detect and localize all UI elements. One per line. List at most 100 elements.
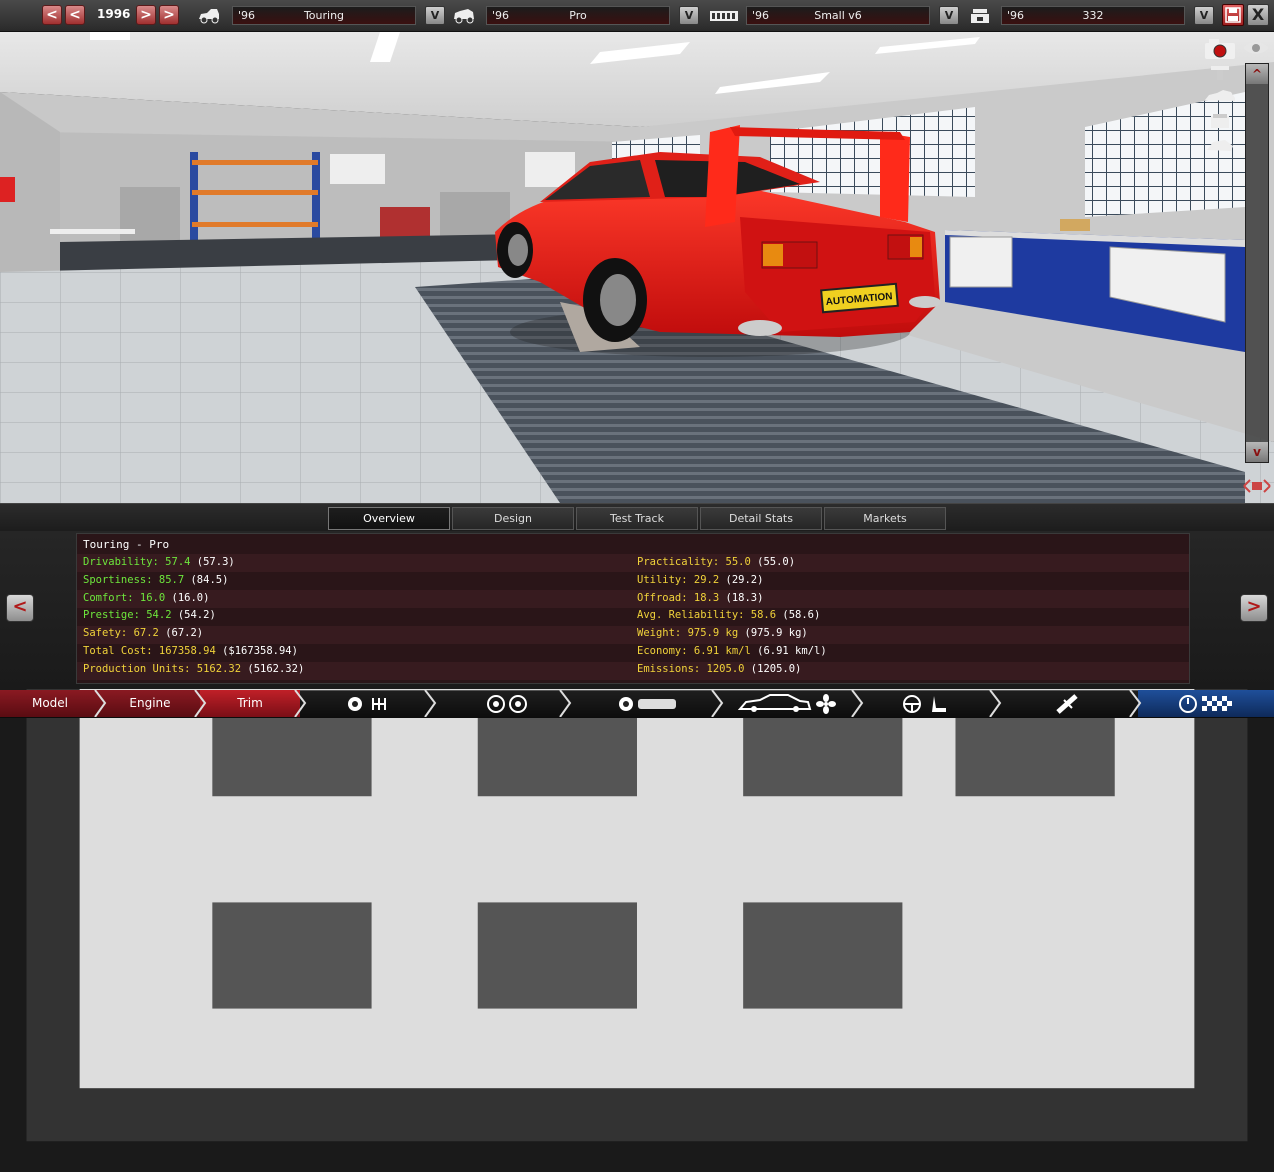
stat-value: 57.4 <box>158 556 191 568</box>
stat-base-value: (54.2) <box>171 609 216 622</box>
stat-row-left: Total Cost: 167358.94 ($167358.94) <box>83 645 298 657</box>
stat-label: Offroad: <box>637 591 688 604</box>
stat-base-value: (84.5) <box>184 573 229 586</box>
year-prev-button[interactable]: < <box>65 5 85 25</box>
stat-value: 67.2 <box>127 627 159 640</box>
stat-row-left: Safety: 67.2 (67.2) <box>83 627 203 639</box>
stat-label: Production Units: <box>83 662 191 675</box>
scroll-down-button[interactable]: v <box>1246 442 1268 462</box>
stat-row-right: Utility: 29.2 (29.2) <box>637 574 763 586</box>
stat-value: 975.9 kg <box>681 627 739 640</box>
view-top-icon[interactable] <box>1203 136 1237 154</box>
engine-family-name: Small v6 <box>814 9 862 22</box>
eye-icon[interactable] <box>1241 38 1271 58</box>
year-display: 1996 <box>97 7 131 21</box>
close-button[interactable]: X <box>1247 4 1269 26</box>
stat-row-right: Offroad: 18.3 (18.3) <box>637 592 763 604</box>
stat-base-value: (58.6) <box>776 609 821 622</box>
year-last-button[interactable]: > <box>159 5 179 25</box>
stat-base-value: (16.0) <box>165 591 210 604</box>
stat-value: 18.3 <box>687 591 720 604</box>
stat-value: 29.2 <box>687 573 720 586</box>
engine-family-dropdown-button[interactable]: V <box>939 6 959 25</box>
camera-scrollbar[interactable]: ^ v <box>1245 63 1269 463</box>
interior-icon[interactable] <box>900 694 952 714</box>
suspension-icon[interactable] <box>1050 694 1084 714</box>
expand-view-icon[interactable] <box>1242 476 1272 496</box>
stat-base-value: (29.2) <box>719 573 764 586</box>
stats-title: Touring - Pro <box>83 538 170 551</box>
stat-row-right: Economy: 6.91 km/l (6.91 km/l) <box>637 645 827 657</box>
stat-value: 5162.32 <box>190 662 242 675</box>
engine-variant-name: 332 <box>1082 9 1104 22</box>
stat-value: 85.7 <box>152 573 185 586</box>
stat-label: Comfort: <box>83 591 134 604</box>
stat-label: Prestige: <box>83 609 140 622</box>
stat-label: Drivability: <box>83 556 159 568</box>
stat-base-value: (55.0) <box>750 556 796 568</box>
stat-base-value: (5162.32) <box>241 662 305 675</box>
engine-variant-dropdown-button[interactable]: V <box>1194 6 1214 25</box>
view-front-icon[interactable] <box>1203 112 1237 130</box>
engine-family-selector[interactable]: '96 Small v6 <box>746 6 930 25</box>
body-design-icon[interactable] <box>738 694 838 714</box>
tab-design[interactable]: Design <box>452 507 574 530</box>
stat-row-left: Drivability: 57.4 (57.3) <box>83 556 235 568</box>
stat-row-left: Sportiness: 85.7 (84.5) <box>83 574 228 586</box>
view-side-icon[interactable] <box>1203 88 1237 106</box>
finish-flag-icon[interactable] <box>1178 694 1234 714</box>
model-dropdown-button[interactable]: V <box>425 6 445 25</box>
stat-row-left: Production Units: 5162.32 (5162.32) <box>83 663 304 675</box>
stat-row-right: Avg. Reliability: 58.6 (58.6) <box>637 609 820 621</box>
stat-value: 54.2 <box>139 609 172 622</box>
stat-label: Emissions: <box>637 662 701 675</box>
view-lift-icon[interactable] <box>1203 64 1237 82</box>
trim-selector[interactable]: '96 Pro <box>486 6 670 25</box>
stat-base-value: (6.91 km/l) <box>750 645 827 657</box>
stat-label: Weight: <box>637 627 682 640</box>
stat-value: 16.0 <box>133 591 166 604</box>
stat-label: Economy: <box>637 645 688 657</box>
stat-value: 167358.94 <box>152 645 216 657</box>
stat-row-right: Emissions: 1205.0 (1205.0) <box>637 663 801 675</box>
year-first-button[interactable]: < <box>42 5 62 25</box>
chassis-icon[interactable] <box>616 694 680 714</box>
stat-label: Safety: <box>83 627 128 640</box>
tab-markets[interactable]: Markets <box>824 507 946 530</box>
stat-label: Sportiness: <box>83 573 153 586</box>
camera-icon[interactable] <box>1203 38 1237 60</box>
garage-3d-viewport[interactable]: AUTOMATION <box>0 32 1274 503</box>
stat-label: Avg. Reliability: <box>637 609 745 622</box>
model-selector[interactable]: '96 Touring <box>232 6 416 25</box>
model-name: Touring <box>303 9 345 22</box>
stat-base-value: ($167358.94) <box>215 645 298 657</box>
year-next-button[interactable]: > <box>136 5 156 25</box>
stat-value: 1205.0 <box>700 662 745 675</box>
tab-test-track[interactable]: Test Track <box>576 507 698 530</box>
engine-family-icon <box>710 11 738 21</box>
stat-base-value: (975.9 kg) <box>738 627 808 640</box>
car-model-icon <box>199 9 219 24</box>
engine-variant-selector[interactable]: '96 332 <box>1001 6 1185 25</box>
stat-base-value: (67.2) <box>158 627 204 640</box>
car-trim-icon <box>454 9 474 24</box>
next-page-button[interactable]: > <box>1240 594 1268 622</box>
tab-overview[interactable]: Overview <box>328 507 450 530</box>
stat-base-value: (57.3) <box>190 556 235 568</box>
save-button[interactable] <box>1222 4 1244 26</box>
stat-value: 55.0 <box>719 556 751 568</box>
scroll-up-button[interactable]: ^ <box>1246 64 1268 84</box>
stat-label: Total Cost: <box>83 645 153 657</box>
stat-label: Practicality: <box>637 556 720 568</box>
stat-value: 6.91 km/l <box>687 645 751 657</box>
gearbox-icon[interactable] <box>345 694 395 714</box>
stat-base-value: (1205.0) <box>744 662 802 675</box>
stat-row-left: Prestige: 54.2 (54.2) <box>83 609 216 621</box>
stat-base-value: (18.3) <box>719 591 764 604</box>
trim-name: Pro <box>569 9 587 22</box>
stat-row-right: Weight: 975.9 kg (975.9 kg) <box>637 627 808 639</box>
previous-page-button[interactable]: < <box>6 594 34 622</box>
wheels-icon[interactable] <box>484 694 532 714</box>
tab-detail-stats[interactable]: Detail Stats <box>700 507 822 530</box>
trim-dropdown-button[interactable]: V <box>679 6 699 25</box>
